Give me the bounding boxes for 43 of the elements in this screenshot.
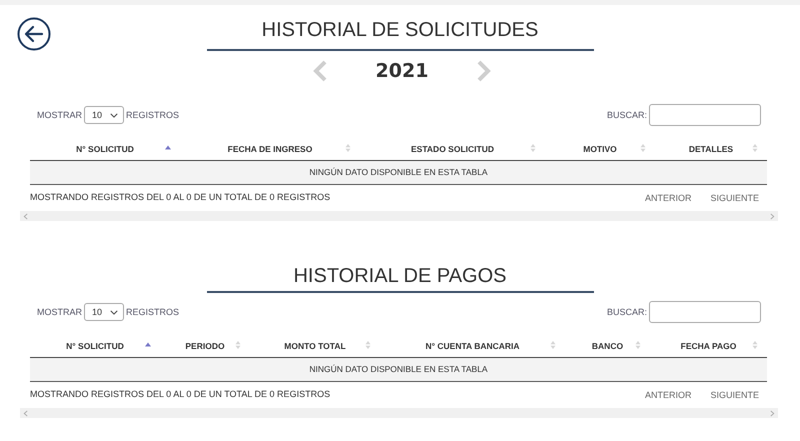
- column-header[interactable]: N° SOLICITUD: [30, 137, 180, 160]
- scroll-left-icon[interactable]: [23, 410, 28, 416]
- column-header[interactable]: ESTADO SOLICITUD: [360, 137, 545, 160]
- chevron-left-icon[interactable]: [312, 59, 328, 83]
- column-header[interactable]: MONTO TOTAL: [250, 334, 380, 357]
- pagination-link[interactable]: ANTERIOR: [644, 390, 692, 400]
- year-label: 2021: [376, 60, 428, 82]
- search-label: BUSCAR:: [606, 110, 647, 120]
- show-label: MOSTRAR: [37, 307, 82, 317]
- horizontal-scrollbar[interactable]: [20, 408, 778, 418]
- pagination-link[interactable]: SIGUIENTE: [710, 390, 759, 400]
- table-info: MOSTRANDO REGISTROS DEL 0 AL 0 DE UN TOTAL DE 0 REGISTROS: [30, 192, 330, 202]
- pagination-link[interactable]: ANTERIOR: [644, 193, 692, 203]
- table-info: MOSTRANDO REGISTROS DEL 0 AL 0 DE UN TOTAL DE 0 REGISTROS: [30, 388, 330, 398]
- records-label: REGISTROS: [126, 307, 180, 317]
- column-header[interactable]: BANCO: [565, 334, 650, 357]
- column-header[interactable]: MOTIVO: [545, 137, 655, 160]
- column-header[interactable]: DETALLES: [655, 137, 767, 160]
- column-header[interactable]: N° CUENTA BANCARIA: [380, 334, 565, 357]
- page-size-select[interactable]: 10: [84, 303, 124, 321]
- section-title: HISTORIAL DE SOLICITUDES: [206, 17, 594, 51]
- scroll-left-icon[interactable]: [23, 212, 28, 220]
- chevron-right-icon[interactable]: [476, 59, 492, 83]
- column-header[interactable]: FECHA PAGO: [650, 334, 767, 357]
- scroll-right-icon[interactable]: [770, 212, 775, 220]
- caret-icon: [110, 112, 118, 118]
- caret-icon: [110, 310, 118, 314]
- search-label: BUSCAR:: [606, 307, 647, 317]
- column-header[interactable]: FECHA DE INGRESO: [180, 137, 360, 160]
- column-header[interactable]: PERIODO: [160, 334, 250, 357]
- search-field[interactable]: [649, 104, 761, 126]
- page-size-select[interactable]: 10: [84, 106, 124, 124]
- pagination-link[interactable]: SIGUIENTE: [710, 193, 759, 203]
- column-header[interactable]: N° SOLICITUD: [30, 334, 160, 357]
- section-title: HISTORIAL DE PAGOS: [206, 263, 594, 293]
- records-label: REGISTROS: [126, 110, 180, 120]
- search-field[interactable]: [649, 301, 761, 323]
- scroll-right-icon[interactable]: [770, 410, 775, 416]
- empty-table-message: NINGÚN DATO DISPONIBLE EN ESTA TABLA: [30, 358, 767, 382]
- horizontal-scrollbar[interactable]: [20, 211, 778, 221]
- back-button[interactable]: [17, 17, 51, 51]
- show-label: MOSTRAR: [37, 110, 82, 120]
- empty-table-message: NINGÚN DATO DISPONIBLE EN ESTA TABLA: [30, 161, 767, 185]
